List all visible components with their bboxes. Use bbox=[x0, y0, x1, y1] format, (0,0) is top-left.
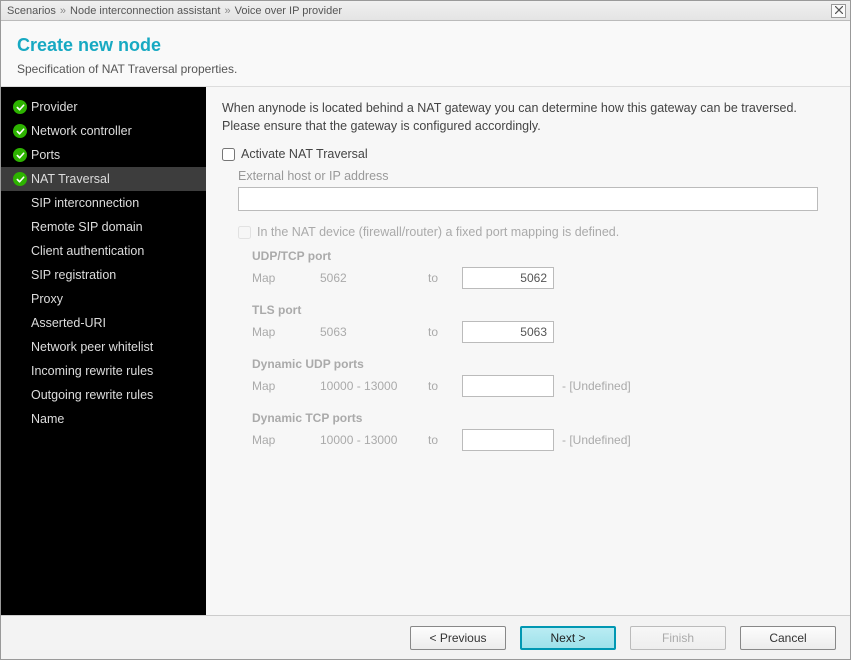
breadcrumb-sep: » bbox=[60, 5, 66, 17]
sidebar-item-sip-interconnection[interactable]: SIP interconnection bbox=[1, 191, 206, 215]
dudp-src: 10000 - 13000 bbox=[320, 379, 428, 393]
udptcp-port-title: UDP/TCP port bbox=[252, 249, 834, 263]
intro-text: When anynode is located behind a NAT gat… bbox=[222, 99, 834, 135]
activate-nat-label: Activate NAT Traversal bbox=[241, 147, 368, 161]
dtcp-port-title: Dynamic TCP ports bbox=[252, 411, 834, 425]
udptcp-src: 5062 bbox=[320, 271, 428, 285]
undefined-suffix: - [Undefined] bbox=[562, 379, 631, 393]
sidebar-item-network-controller[interactable]: Network controller bbox=[1, 119, 206, 143]
sidebar-item-label: Proxy bbox=[31, 292, 63, 306]
sidebar-item-label: Network peer whitelist bbox=[31, 340, 153, 354]
ext-host-label: External host or IP address bbox=[238, 169, 834, 183]
sidebar-item-provider[interactable]: Provider bbox=[1, 95, 206, 119]
sidebar-item-label: Outgoing rewrite rules bbox=[31, 388, 153, 402]
check-icon bbox=[13, 172, 27, 186]
activate-nat-row: Activate NAT Traversal bbox=[222, 147, 834, 161]
wizard-footer: < Previous Next > Finish Cancel bbox=[1, 615, 850, 659]
to-label: to bbox=[428, 433, 462, 447]
sidebar-item-outgoing-rewrite-rules[interactable]: Outgoing rewrite rules bbox=[1, 383, 206, 407]
dtcp-dst-input[interactable] bbox=[462, 429, 554, 451]
fixed-mapping-checkbox[interactable] bbox=[238, 226, 251, 239]
sidebar-item-client-authentication[interactable]: Client authentication bbox=[1, 239, 206, 263]
sidebar-item-incoming-rewrite-rules[interactable]: Incoming rewrite rules bbox=[1, 359, 206, 383]
tls-src: 5063 bbox=[320, 325, 428, 339]
to-label: to bbox=[428, 379, 462, 393]
close-icon bbox=[835, 5, 843, 17]
tls-dst-input[interactable] bbox=[462, 321, 554, 343]
previous-button[interactable]: < Previous bbox=[410, 626, 506, 650]
sidebar-item-label: SIP registration bbox=[31, 268, 116, 282]
activate-nat-checkbox[interactable] bbox=[222, 148, 235, 161]
breadcrumb-part[interactable]: Node interconnection assistant bbox=[70, 5, 220, 17]
sidebar-item-label: Ports bbox=[31, 148, 60, 162]
sidebar-item-remote-sip-domain[interactable]: Remote SIP domain bbox=[1, 215, 206, 239]
sidebar-item-ports[interactable]: Ports bbox=[1, 143, 206, 167]
map-label: Map bbox=[252, 325, 320, 339]
sidebar-item-asserted-uri[interactable]: Asserted-URI bbox=[1, 311, 206, 335]
tls-port-title: TLS port bbox=[252, 303, 834, 317]
map-label: Map bbox=[252, 433, 320, 447]
ext-host-input[interactable] bbox=[238, 187, 818, 211]
dudp-port-row: Map 10000 - 13000 to - [Undefined] bbox=[252, 375, 834, 397]
wizard-steps-sidebar: Provider Network controller Ports NAT Trave… bbox=[1, 87, 206, 615]
check-icon bbox=[13, 100, 27, 114]
map-label: Map bbox=[252, 271, 320, 285]
sidebar-item-label: NAT Traversal bbox=[31, 172, 110, 186]
sidebar-item-name[interactable]: Name bbox=[1, 407, 206, 431]
cancel-button[interactable]: Cancel bbox=[740, 626, 836, 650]
breadcrumb-sep: » bbox=[224, 5, 230, 17]
check-icon bbox=[13, 124, 27, 138]
page-subtitle: Specification of NAT Traversal propertie… bbox=[17, 62, 834, 76]
sidebar-item-label: Name bbox=[31, 412, 64, 426]
sidebar-item-label: Network controller bbox=[31, 124, 132, 138]
fixed-mapping-label: In the NAT device (firewall/router) a fi… bbox=[257, 225, 619, 239]
sidebar-item-nat-traversal[interactable]: NAT Traversal bbox=[1, 167, 206, 191]
dudp-dst-input[interactable] bbox=[462, 375, 554, 397]
close-button[interactable] bbox=[831, 4, 846, 18]
sidebar-item-sip-registration[interactable]: SIP registration bbox=[1, 263, 206, 287]
sidebar-item-proxy[interactable]: Proxy bbox=[1, 287, 206, 311]
sidebar-item-label: Asserted-URI bbox=[31, 316, 106, 330]
dtcp-src: 10000 - 13000 bbox=[320, 433, 428, 447]
next-button[interactable]: Next > bbox=[520, 626, 616, 650]
sidebar-item-label: Client authentication bbox=[31, 244, 144, 258]
wizard-window: Scenarios » Node interconnection assista… bbox=[0, 0, 851, 660]
finish-button[interactable]: Finish bbox=[630, 626, 726, 650]
sidebar-item-label: SIP interconnection bbox=[31, 196, 139, 210]
check-icon bbox=[13, 148, 27, 162]
sidebar-item-label: Incoming rewrite rules bbox=[31, 364, 153, 378]
dtcp-port-row: Map 10000 - 13000 to - [Undefined] bbox=[252, 429, 834, 451]
wizard-body: Provider Network controller Ports NAT Trave… bbox=[1, 86, 850, 615]
to-label: to bbox=[428, 325, 462, 339]
dudp-port-title: Dynamic UDP ports bbox=[252, 357, 834, 371]
undefined-suffix: - [Undefined] bbox=[562, 433, 631, 447]
map-label: Map bbox=[252, 379, 320, 393]
breadcrumb-part[interactable]: Voice over IP provider bbox=[235, 5, 342, 17]
fixed-mapping-row: In the NAT device (firewall/router) a fi… bbox=[238, 225, 834, 239]
udptcp-dst-input[interactable] bbox=[462, 267, 554, 289]
to-label: to bbox=[428, 271, 462, 285]
sidebar-item-network-peer-whitelist[interactable]: Network peer whitelist bbox=[1, 335, 206, 359]
tls-port-row: Map 5063 to bbox=[252, 321, 834, 343]
page-title: Create new node bbox=[17, 35, 834, 56]
sidebar-item-label: Provider bbox=[31, 100, 78, 114]
wizard-header: Create new node Specification of NAT Tra… bbox=[1, 21, 850, 86]
udptcp-port-row: Map 5062 to bbox=[252, 267, 834, 289]
wizard-content: When anynode is located behind a NAT gat… bbox=[206, 87, 850, 615]
titlebar: Scenarios » Node interconnection assista… bbox=[1, 1, 850, 21]
sidebar-item-label: Remote SIP domain bbox=[31, 220, 143, 234]
breadcrumb-part[interactable]: Scenarios bbox=[7, 5, 56, 17]
